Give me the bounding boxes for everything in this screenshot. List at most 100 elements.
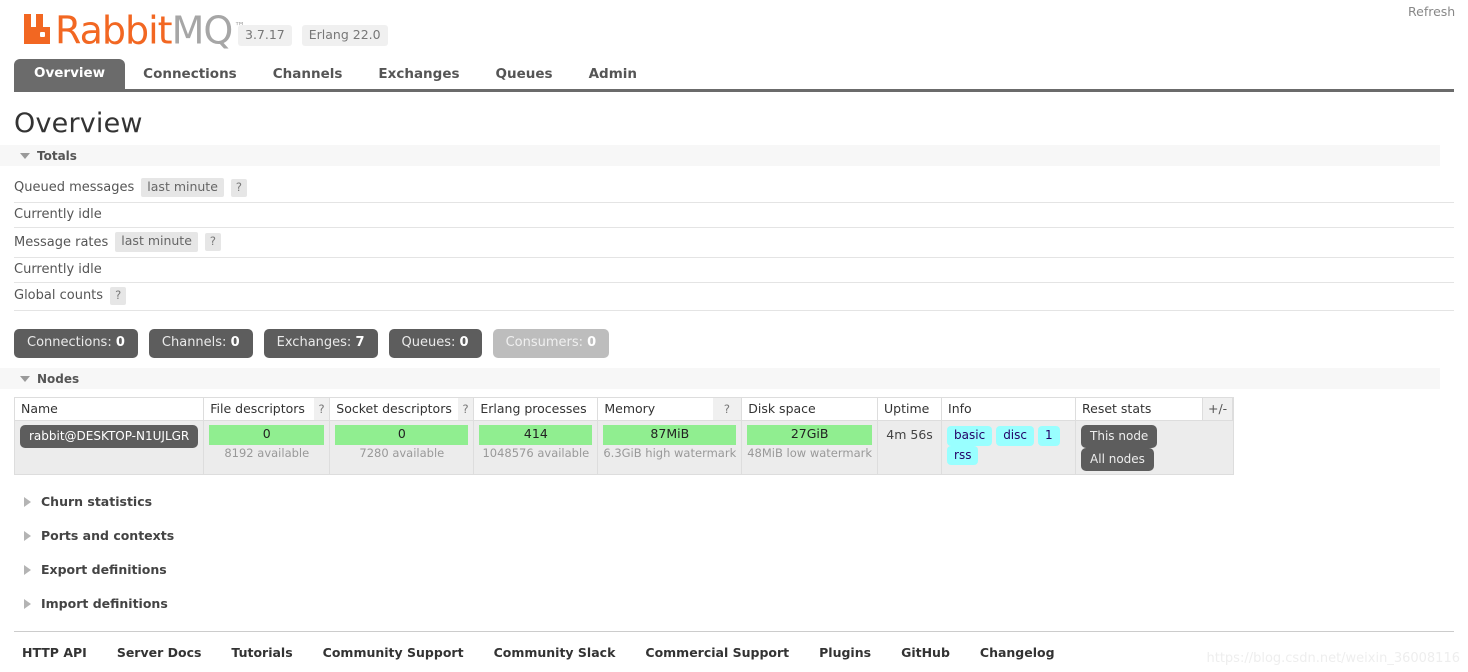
reset-stats-cell: This nodeAll nodes: [1075, 420, 1235, 476]
section-ports-and-contexts[interactable]: Ports and contexts: [14, 528, 1454, 543]
info-badge-rss[interactable]: rss: [947, 445, 979, 466]
page-title: Overview: [14, 108, 143, 139]
socket-descriptors-sub: 7280 available: [359, 445, 445, 460]
col-header-name[interactable]: Name: [13, 397, 205, 422]
footer-link-server-docs[interactable]: Server Docs: [117, 645, 202, 660]
info-badge-basic[interactable]: basic: [947, 426, 993, 446]
footer-link-http-api[interactable]: HTTP API: [22, 645, 87, 660]
logo-wordmark: RabbitMQ™: [55, 8, 245, 53]
tab-connections[interactable]: Connections: [125, 61, 255, 90]
memory-help-icon[interactable]: ?: [712, 397, 743, 422]
global-counts-row: Global counts ?: [14, 283, 1454, 311]
import-definitions-label: Import definitions: [41, 596, 168, 612]
main-navigation-tabs: Overview Connections Channels Exchanges …: [14, 58, 1454, 92]
col-header-file-descriptors[interactable]: File descriptors: [203, 397, 314, 422]
memory-bar: 87MiB: [603, 425, 737, 445]
count-label-connections: Connections:: [27, 334, 112, 350]
message-rates-row: Message rates last minute ?: [14, 228, 1454, 258]
count-badge-connections[interactable]: Connections: 0: [14, 328, 138, 359]
refresh-label: Refresh: [1408, 4, 1456, 19]
col-header-uptime[interactable]: Uptime: [877, 397, 943, 422]
count-badge-channels[interactable]: Channels: 0: [148, 328, 253, 359]
message-rates-status-row: Currently idle: [14, 258, 1454, 283]
logo-text-mq: MQ: [171, 8, 234, 53]
footer-link-changelog[interactable]: Changelog: [980, 645, 1055, 660]
count-value-queues: 0: [459, 334, 469, 350]
footer-link-tutorials[interactable]: Tutorials: [231, 645, 292, 660]
queued-messages-period-chip[interactable]: last minute: [141, 178, 224, 198]
node-name-cell: rabbit@DESKTOP-N1UJLGR: [13, 420, 205, 476]
tab-exchanges[interactable]: Exchanges: [360, 61, 477, 90]
logo-text-rabbit: Rabbit: [55, 8, 173, 53]
col-header-socket-descriptors[interactable]: Socket descriptors: [329, 397, 458, 422]
global-counts-badges: Connections: 0 Channels: 0 Exchanges: 7 …: [14, 328, 1454, 359]
reset-this-node-button[interactable]: This node: [1081, 425, 1158, 449]
totals-rows: Queued messages last minute ? Currently …: [14, 174, 1454, 311]
nodes-table: Name File descriptors ? Socket descripto…: [13, 397, 1235, 476]
count-badge-queues[interactable]: Queues: 0: [388, 328, 482, 359]
info-badge-disc[interactable]: disc: [996, 426, 1034, 446]
count-label-exchanges: Exchanges:: [276, 334, 352, 350]
footer-link-github[interactable]: GitHub: [901, 645, 950, 660]
rabbitmq-logo[interactable]: RabbitMQ™: [22, 8, 245, 53]
main-content: Overview Totals Queued messages last min…: [0, 108, 1468, 660]
erlang-version-badge: Erlang 22.0: [301, 25, 388, 46]
message-rates-period-chip[interactable]: last minute: [115, 232, 198, 252]
section-import-definitions[interactable]: Import definitions: [14, 596, 1454, 611]
count-label-consumers: Consumers:: [505, 334, 584, 350]
footer-link-commercial-support[interactable]: Commercial Support: [645, 645, 789, 660]
col-header-disk-space[interactable]: Disk space: [741, 397, 879, 422]
rabbit-ears-logo-icon: [22, 12, 52, 46]
churn-statistics-label: Churn statistics: [41, 494, 153, 510]
info-cell: basic disc 1 rss: [941, 420, 1077, 476]
tab-queues[interactable]: Queues: [478, 61, 571, 90]
totals-section-header[interactable]: Totals: [0, 145, 1440, 166]
memory-cell: 87MiB 6.3GiB high watermark: [597, 420, 743, 476]
tab-overview[interactable]: Overview: [14, 58, 126, 89]
nodes-section-header[interactable]: Nodes: [0, 368, 1440, 390]
node-name-pill[interactable]: rabbit@DESKTOP-N1UJLGR: [20, 425, 199, 449]
chevron-right-icon: [24, 564, 31, 575]
file-descriptors-help-icon[interactable]: ?: [313, 397, 331, 422]
footer-link-community-slack[interactable]: Community Slack: [494, 645, 616, 660]
tab-admin[interactable]: Admin: [571, 61, 655, 90]
nodes-section-label: Nodes: [37, 371, 80, 386]
count-value-channels: 0: [230, 334, 240, 350]
column-toggle-button[interactable]: +/-: [1202, 397, 1234, 422]
version-badge-group: 3.7.17 Erlang 22.0: [238, 25, 388, 46]
count-value-connections: 0: [115, 334, 125, 350]
uptime-cell: 4m 56s: [877, 420, 943, 476]
refresh-control[interactable]: Refresh: [1408, 4, 1468, 19]
col-header-erlang-processes[interactable]: Erlang processes: [473, 397, 599, 422]
footer-link-plugins[interactable]: Plugins: [819, 645, 871, 660]
footer-link-community-support[interactable]: Community Support: [323, 645, 464, 660]
disk-space-cell: 27GiB 48MiB low watermark: [741, 420, 879, 476]
count-value-exchanges: 7: [355, 334, 365, 350]
queued-messages-status-row: Currently idle: [14, 203, 1454, 229]
chevron-down-icon: [20, 152, 30, 159]
global-counts-help-icon[interactable]: ?: [110, 286, 127, 305]
message-rates-help-icon[interactable]: ?: [204, 232, 222, 252]
col-header-memory[interactable]: Memory: [597, 397, 713, 422]
col-header-info: Info: [941, 397, 1077, 422]
tab-channels[interactable]: Channels: [255, 61, 361, 90]
queued-messages-help-icon[interactable]: ?: [230, 178, 248, 197]
section-export-definitions[interactable]: Export definitions: [14, 562, 1454, 577]
reset-all-nodes-button[interactable]: All nodes: [1081, 448, 1154, 472]
socket-descriptors-help-icon[interactable]: ?: [457, 397, 475, 422]
disk-space-bar: 27GiB: [747, 425, 873, 445]
nodes-table-wrapper: Name File descriptors ? Socket descripto…: [13, 397, 1454, 476]
erlang-processes-bar: 414: [479, 425, 593, 445]
info-badge-count[interactable]: 1: [1038, 426, 1060, 446]
count-badge-consumers[interactable]: Consumers: 0: [492, 328, 610, 359]
chevron-right-icon: [24, 496, 31, 507]
socket-descriptors-bar: 0: [335, 425, 469, 445]
queued-messages-status: Currently idle: [14, 207, 102, 223]
watermark-text: https://blog.csdn.net/weixin_36008116: [1206, 651, 1460, 666]
section-churn-statistics[interactable]: Churn statistics: [14, 494, 1454, 509]
message-rates-label: Message rates: [14, 234, 109, 250]
count-badge-exchanges[interactable]: Exchanges: 7: [263, 328, 378, 359]
nodes-table-header-row: Name File descriptors ? Socket descripto…: [13, 397, 1235, 422]
ports-and-contexts-label: Ports and contexts: [41, 528, 175, 544]
global-counts-label: Global counts: [14, 288, 104, 304]
